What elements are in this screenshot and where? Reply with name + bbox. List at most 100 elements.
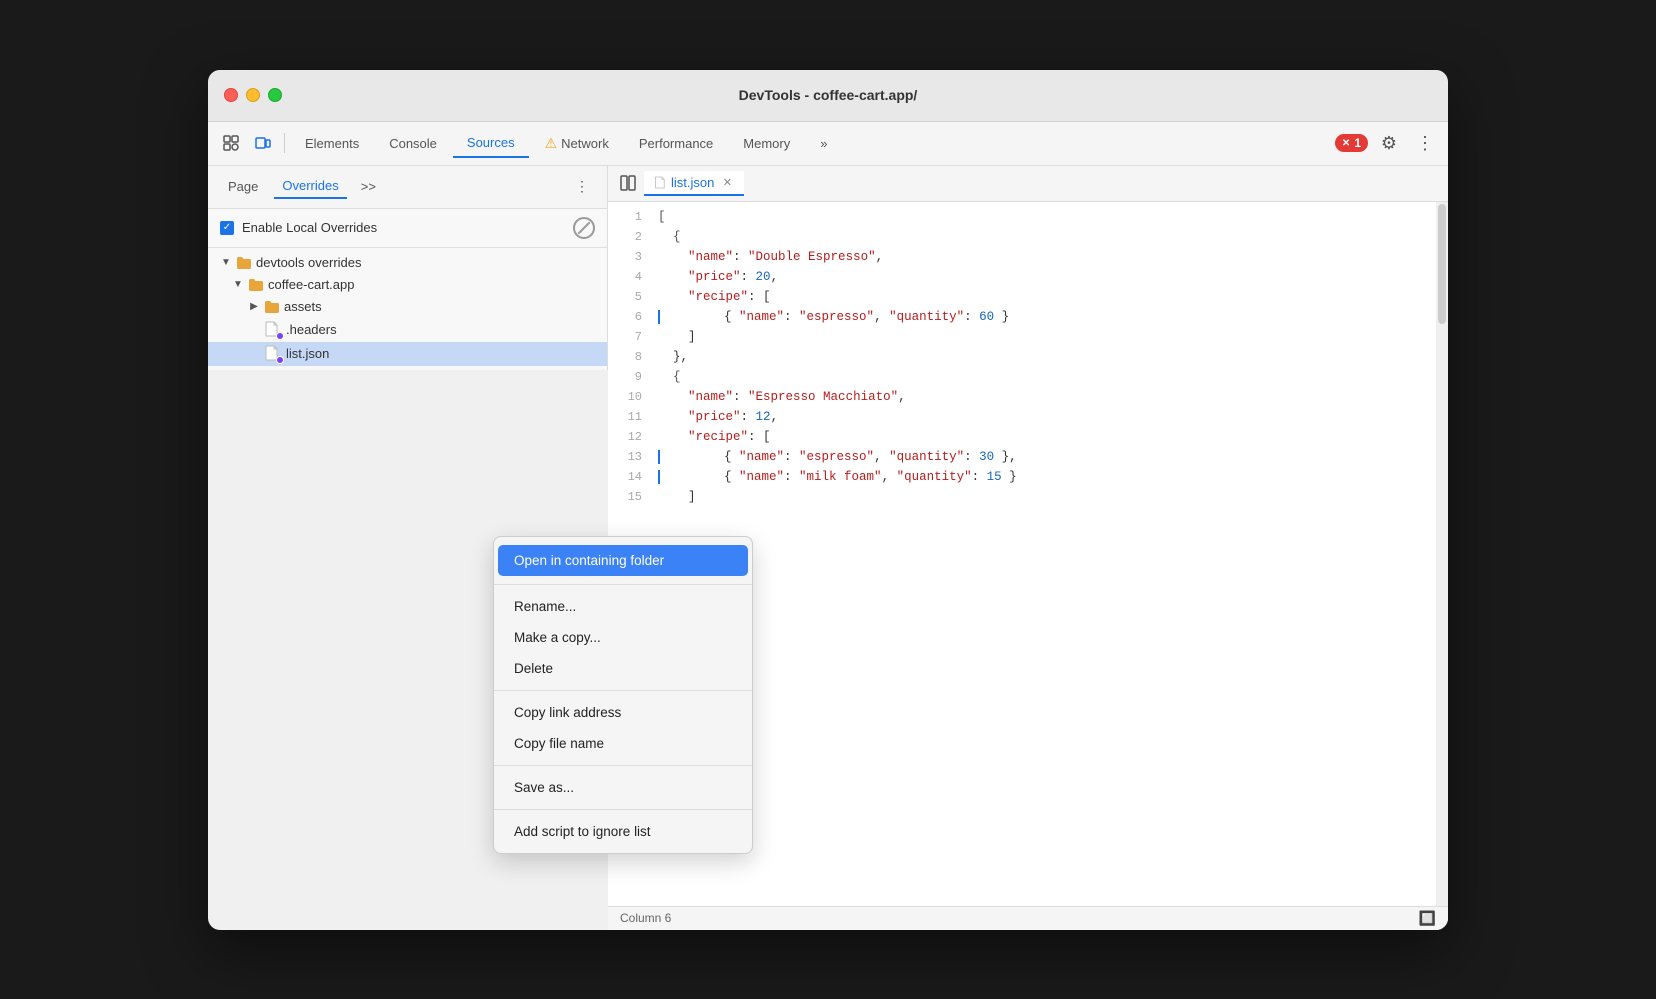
enable-overrides-label: Enable Local Overrides (242, 220, 377, 235)
ctx-section-5: Add script to ignore list (494, 814, 752, 849)
tree-arrow-assets: ▶ (248, 301, 260, 313)
tab-performance[interactable]: Performance (625, 130, 727, 157)
sidebar: Page Overrides >> ⋮ ✓ Enable Local Overr… (208, 166, 608, 370)
line-num-8: 8 (608, 350, 658, 364)
layout-toggle-icon[interactable] (616, 171, 640, 195)
clear-overrides-button[interactable] (573, 217, 595, 239)
line-content-4: "price": 20, (658, 270, 1448, 284)
window-title: DevTools - coffee-cart.app/ (739, 87, 918, 103)
context-menu: Open in containing folder Rename... Make… (493, 536, 753, 854)
file-icon-headers-container (264, 321, 282, 339)
ctx-make-copy[interactable]: Make a copy... (494, 622, 752, 653)
line-num-3: 3 (608, 250, 658, 264)
code-line-2: 2 { (608, 230, 1448, 250)
error-x-icon: ✕ (1342, 138, 1350, 149)
tab-more[interactable]: » (806, 130, 841, 157)
code-line-5: 5 "recipe": [ (608, 290, 1448, 310)
enable-overrides-checkbox[interactable]: ✓ (220, 221, 234, 235)
tab-network[interactable]: ⚠ Network (531, 129, 623, 158)
sidebar-wrapper: Page Overrides >> ⋮ ✓ Enable Local Overr… (208, 166, 608, 930)
sidebar-menu-button[interactable]: ⋮ (569, 174, 595, 200)
status-bar: Column 6 🔲 (608, 906, 1448, 930)
code-line-9: 9 { (608, 370, 1448, 390)
override-dot-listjson (276, 356, 284, 364)
file-tab-close[interactable]: ✕ (720, 175, 734, 189)
line-num-10: 10 (608, 390, 658, 404)
sidebar-nav-actions: ⋮ (569, 174, 595, 200)
tree-label-root: devtools overrides (256, 255, 362, 270)
line-content-12: "recipe": [ (658, 430, 1448, 444)
line-num-5: 5 (608, 290, 658, 304)
ctx-divider-1 (494, 584, 752, 585)
line-content-15: ] (658, 490, 1448, 504)
line-content-5: "recipe": [ (658, 290, 1448, 304)
code-line-12: 12 "recipe": [ (608, 430, 1448, 450)
inspect-icon[interactable] (216, 128, 246, 158)
minimize-button[interactable] (246, 88, 260, 102)
line-content-14: { "name": "milk foam", "quantity": 15 } (658, 470, 1448, 484)
line-num-13: 13 (608, 450, 658, 464)
file-tabs: list.json ✕ (608, 166, 1448, 202)
more-menu-button[interactable]: ⋮ (1410, 128, 1440, 158)
scrollbar-thumb[interactable] (1438, 204, 1446, 324)
sidebar-nav-overrides[interactable]: Overrides (274, 174, 346, 199)
line-num-1: 1 (608, 210, 658, 224)
tree-item-headers[interactable]: ▶ .headers (208, 318, 607, 342)
tree-arrow-root: ▼ (220, 257, 232, 269)
title-bar: DevTools - coffee-cart.app/ (208, 70, 1448, 122)
line-content-7: ] (658, 330, 1448, 344)
line-num-14: 14 (608, 470, 658, 484)
sidebar-nav-page[interactable]: Page (220, 175, 266, 198)
tab-right-actions: ✕ 1 ⚙ ⋮ (1335, 128, 1440, 158)
file-tab-icon (654, 176, 665, 189)
code-line-8: 8 }, (608, 350, 1448, 370)
scrollbar[interactable] (1436, 202, 1448, 906)
line-content-13: { "name": "espresso", "quantity": 30 }, (658, 450, 1448, 464)
ctx-add-ignore[interactable]: Add script to ignore list (494, 816, 752, 847)
ctx-copy-name[interactable]: Copy file name (494, 728, 752, 759)
line-content-3: "name": "Double Espresso", (658, 250, 1448, 264)
ctx-open-folder[interactable]: Open in containing folder (498, 545, 748, 576)
tree-item-root[interactable]: ▼ devtools overrides (208, 252, 607, 274)
tree-item-assets[interactable]: ▶ assets (208, 296, 607, 318)
ctx-delete[interactable]: Delete (494, 653, 752, 684)
maximize-button[interactable] (268, 88, 282, 102)
ctx-save-as[interactable]: Save as... (494, 772, 752, 803)
line-num-15: 15 (608, 490, 658, 504)
line-content-2: { (658, 230, 1448, 244)
enable-overrides-row[interactable]: ✓ Enable Local Overrides (208, 209, 607, 248)
ctx-section-2: Rename... Make a copy... Delete (494, 589, 752, 686)
folder-icon-root (236, 255, 252, 271)
tab-console[interactable]: Console (375, 130, 451, 157)
tree-item-app[interactable]: ▼ coffee-cart.app (208, 274, 607, 296)
tree-item-listjson[interactable]: ▶ list.json (208, 342, 607, 366)
code-line-14: 14 { "name": "milk foam", "quantity": 15… (608, 470, 1448, 490)
folder-icon-assets (264, 299, 280, 315)
tree-label-app: coffee-cart.app (268, 277, 354, 292)
line-content-10: "name": "Espresso Macchiato", (658, 390, 1448, 404)
file-tab-listjson[interactable]: list.json ✕ (644, 171, 744, 196)
line-content-8: }, (658, 350, 1448, 364)
error-badge[interactable]: ✕ 1 (1335, 134, 1368, 152)
code-line-1: 1 [ (608, 210, 1448, 230)
sidebar-nav-more[interactable]: >> (355, 175, 382, 198)
warning-icon: ⚠ (545, 135, 558, 152)
line-num-7: 7 (608, 330, 658, 344)
settings-button[interactable]: ⚙ (1374, 128, 1404, 158)
tree-arrow-app: ▼ (232, 279, 244, 291)
ctx-rename[interactable]: Rename... (494, 591, 752, 622)
ctx-divider-3 (494, 765, 752, 766)
traffic-lights (224, 88, 282, 102)
ctx-section-4: Save as... (494, 770, 752, 805)
status-icon: 🔲 (1419, 910, 1436, 927)
line-num-2: 2 (608, 230, 658, 244)
close-button[interactable] (224, 88, 238, 102)
line-num-12: 12 (608, 430, 658, 444)
tab-memory[interactable]: Memory (729, 130, 804, 157)
device-toggle-icon[interactable] (248, 128, 278, 158)
code-line-4: 4 "price": 20, (608, 270, 1448, 290)
tab-elements[interactable]: Elements (291, 130, 373, 157)
tab-sources[interactable]: Sources (453, 129, 529, 158)
ctx-section-3: Copy link address Copy file name (494, 695, 752, 761)
ctx-copy-link[interactable]: Copy link address (494, 697, 752, 728)
